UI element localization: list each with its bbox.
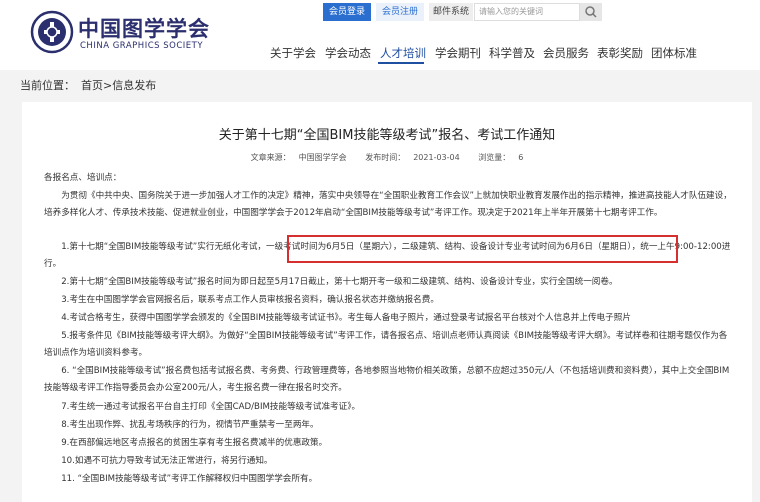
nav-member-service[interactable]: 会员服务 [543, 45, 589, 61]
breadcrumb: 当前位置： 首页>信息发布 [20, 77, 162, 93]
site-header: 中国图学学会 CHINA GRAPHICS SOCIETY 会员登录 会员注册 … [0, 0, 760, 70]
search-icon [585, 6, 597, 18]
views-count: 6 [518, 153, 524, 162]
source-value: 中国图学学会 [298, 153, 347, 162]
views-label: 浏览量： [478, 153, 511, 162]
nav-standards[interactable]: 团体标准 [651, 45, 697, 61]
article-meta: 文章来源： 中国图学学会 发布时间： 2021-03-04 浏览量： 6 [22, 152, 752, 163]
article-paragraph: 各报名点、培训点： [44, 173, 122, 183]
article-paragraph: 11. “全国BIM技能等级考试”考评工作解释权归中国图学学会所有。 [44, 474, 318, 484]
mail-system-link[interactable]: 邮件系统 [429, 3, 473, 21]
nav-awards[interactable]: 表彰奖励 [597, 45, 643, 61]
logo-name-cn: 中国图学学会 [78, 17, 210, 41]
breadcrumb-label: 当前位置： [20, 79, 75, 92]
nav-about[interactable]: 关于学会 [270, 45, 316, 61]
article-paragraph: 10.如遇不可抗力导致考试无法正常进行，将另行通知。 [44, 456, 273, 466]
member-register-button[interactable]: 会员注册 [376, 3, 424, 21]
article-paragraph: 3.考生在中国图学学会官网报名后，联系考点工作人员审核报名资料，确认报名状态并缴… [44, 295, 439, 305]
nav-training[interactable]: 人才培训 [380, 45, 426, 61]
time-label: 发布时间： [365, 153, 406, 162]
article-paragraph: 9.在西部偏远地区考点报名的贫困生享有考生报名费减半的优惠政策。 [44, 438, 328, 448]
nav-journal[interactable]: 学会期刊 [435, 45, 481, 61]
article-paragraph: 5.报考条件见《BIM技能等级考评大纲》。为做好“全国BIM技能等级考试”考评工… [44, 331, 728, 358]
search-button[interactable] [580, 3, 602, 21]
nav-active-indicator [378, 62, 424, 64]
article-paragraph: 6. “全国BIM技能等级考试”报名费包括考试报名费、考务费、行政管理费等，各地… [44, 366, 730, 393]
exam-date-highlight-box [287, 235, 678, 263]
breadcrumb-path[interactable]: 首页>信息发布 [81, 79, 156, 92]
article-paragraph: 8.考生出现作弊、扰乱考场秩序的行为，视情节严重禁考一至两年。 [44, 420, 319, 430]
article-paragraph: 为贯彻《中共中央、国务院关于进一步加强人才工作的决定》精神，落实中央领导在“全国… [44, 191, 732, 218]
member-login-button[interactable]: 会员登录 [323, 3, 371, 21]
article-paragraph: 2.第十七期“全国BIM技能等级考试”报名时间为即日起至5月17日截止，第十七期… [44, 277, 618, 287]
article-title: 关于第十七期“全国BIM技能等级考试”报名、考试工作通知 [218, 128, 556, 143]
time-value: 2021-03-04 [413, 153, 460, 162]
source-label: 文章来源： [250, 153, 291, 162]
nav-science[interactable]: 科学普及 [489, 45, 535, 61]
article-paragraph: 4.考试合格考生，获得中国图学学会颁发的《全国BIM技能等级考试证书》。考生每人… [44, 313, 631, 323]
search-input[interactable]: 请输入您的关键词 [474, 3, 580, 21]
article-card: 关于第十七期“全国BIM技能等级考试”报名、考试工作通知 文章来源： 中国图学学会… [22, 102, 752, 502]
nav-news[interactable]: 学会动态 [325, 45, 371, 61]
article-paragraph: 7.考生统一通过考试报名平台自主打印《全国CAD/BIM技能等级考试准考证》。 [44, 402, 361, 412]
